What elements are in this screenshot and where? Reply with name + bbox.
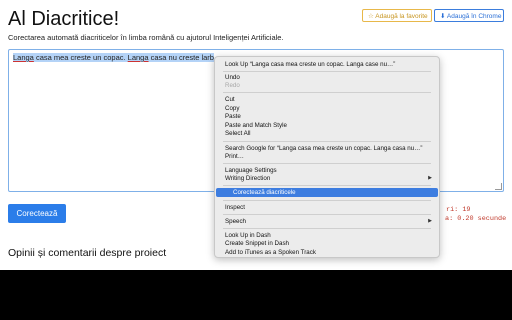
- menu-separator: [223, 228, 431, 229]
- page-title: Al Diacritice!: [8, 8, 120, 30]
- add-to-favorites-button[interactable]: ☆ Adaugă la favorite: [362, 9, 432, 22]
- comments-section-title: Opinii și comentarii despre proiect: [8, 247, 167, 259]
- menu-item-correct-diacritics[interactable]: Corectează diacriticele: [216, 188, 438, 197]
- stat-count: ri: 19: [446, 206, 471, 214]
- menu-separator: [223, 214, 431, 215]
- menu-item-print[interactable]: Print…: [216, 152, 438, 161]
- submenu-arrow-icon: ▶: [428, 175, 432, 181]
- editor-text: Langa casa mea creste un copac. Langa ca…: [13, 53, 214, 62]
- menu-item-paste[interactable]: Paste: [216, 112, 438, 121]
- web-page: Al Diacritice! Corectarea automată diacr…: [0, 0, 512, 270]
- menu-separator: [223, 185, 431, 186]
- menu-item-look-up[interactable]: Look Up “Langa casa mea creste un copac.…: [216, 60, 438, 69]
- menu-separator: [223, 163, 431, 164]
- menu-item-select-all[interactable]: Select All: [216, 129, 438, 138]
- menu-separator: [223, 92, 431, 93]
- add-to-chrome-button[interactable]: ⬇ Adaugă în Chrome: [434, 9, 504, 22]
- menu-item-speech[interactable]: Speech ▶: [216, 217, 438, 226]
- menu-separator: [223, 141, 431, 142]
- page-subtitle: Corectarea automată diacriticelor în lim…: [8, 33, 284, 42]
- menu-item-writing-direction[interactable]: Writing Direction ▶: [216, 174, 438, 183]
- stat-duration: a: 0.20 secunde: [445, 215, 507, 223]
- menu-item-label: Speech: [225, 218, 246, 225]
- editor-text-segment: casa nu creste larb: [148, 53, 214, 62]
- editor-text-segment: casa mea creste un copac.: [33, 53, 128, 62]
- submenu-arrow-icon: ▶: [428, 218, 432, 224]
- correct-button[interactable]: Corectează: [8, 204, 66, 223]
- editor-text-segment: Langa: [127, 53, 149, 62]
- menu-item-add-itunes[interactable]: Add to iTunes as a Spoken Track: [216, 248, 438, 257]
- editor-text-segment: Langa: [13, 53, 34, 62]
- context-menu: Look Up “Langa casa mea creste un copac.…: [214, 56, 440, 258]
- menu-item-create-snippet-dash[interactable]: Create Snippet in Dash: [216, 239, 438, 248]
- menu-item-redo[interactable]: Redo: [216, 81, 438, 90]
- menu-separator: [223, 200, 431, 201]
- menu-item-inspect[interactable]: Inspect: [216, 203, 438, 212]
- menu-separator: [223, 71, 431, 72]
- menu-item-label: Writing Direction: [225, 175, 271, 182]
- resize-handle[interactable]: [495, 183, 502, 190]
- menu-item-cut[interactable]: Cut: [216, 95, 438, 104]
